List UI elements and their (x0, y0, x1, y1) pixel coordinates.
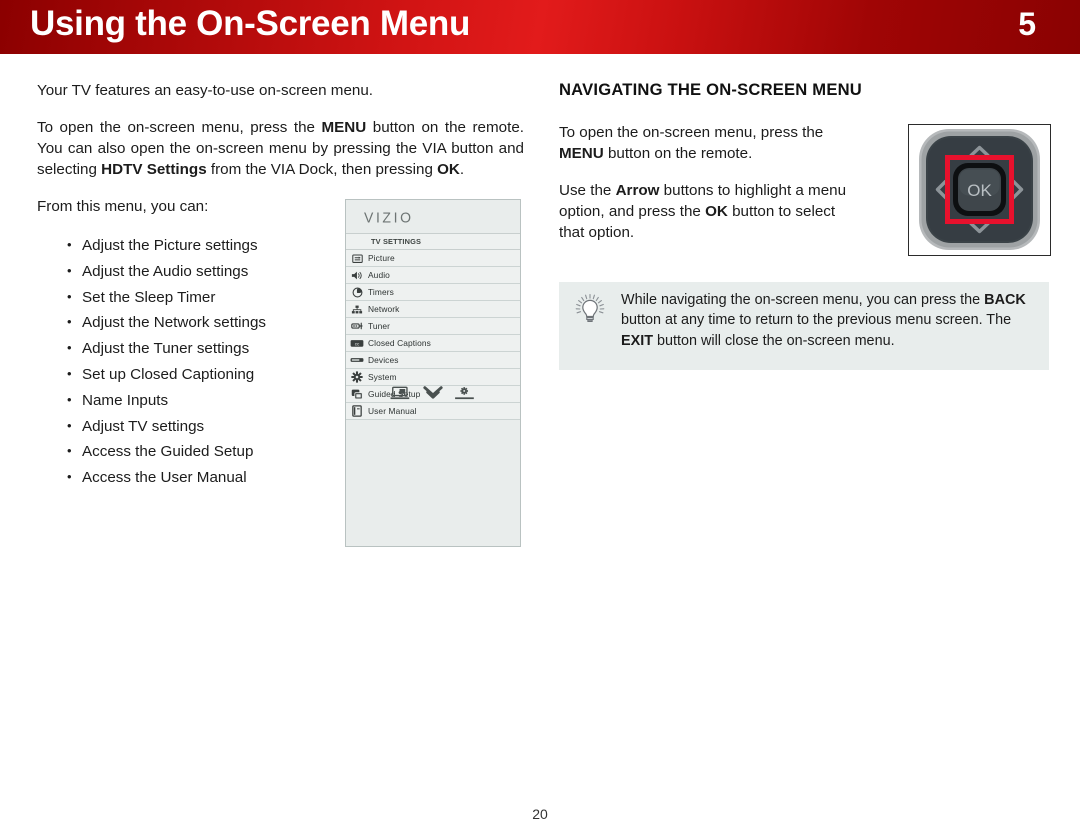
menu-item-devices[interactable]: Devices (346, 352, 520, 369)
arrow-emphasis: Arrow (615, 182, 660, 199)
menu-button-emphasis: MENU (321, 119, 367, 136)
wide-screen-icon[interactable] (390, 386, 412, 406)
exit-button-emphasis: EXIT (621, 332, 653, 349)
tv-settings-section-header: TV SETTINGS (346, 233, 520, 250)
devices-icon (346, 356, 368, 364)
remote-navigation-pad-image: OK (908, 124, 1051, 256)
menu-item-label: User Manual (368, 406, 417, 416)
tv-onscreen-menu-panel: VIZIO TV SETTINGS Picture Audio Timers N… (345, 199, 521, 547)
gear-icon (346, 371, 368, 383)
section-heading: NAVIGATING THE ON-SCREEN MENU (559, 80, 862, 99)
lightbulb-icon (575, 293, 605, 322)
chapter-number: 5 (1018, 6, 1036, 42)
vizio-logo: VIZIO (346, 200, 520, 233)
clock-icon (346, 287, 368, 298)
user-manual-icon (346, 405, 368, 417)
intro-paragraph: Your TV features an easy-to-use on-scree… (37, 82, 373, 99)
tip-text: While navigating the on-screen menu, you… (621, 282, 1049, 351)
ok-button-emphasis: OK (437, 161, 460, 178)
settings-gear-icon[interactable] (454, 386, 476, 406)
menu-item-tuner[interactable]: Tuner (346, 318, 520, 335)
open-menu-paragraph: To open the on-screen menu, press the ME… (37, 117, 524, 180)
menu-item-label: Devices (368, 355, 399, 365)
ok-button-label: OK (967, 181, 992, 200)
menu-item-closed-captions[interactable]: cc Closed Captions (346, 335, 520, 352)
tip-text-2: button at any time to return to the prev… (621, 312, 1012, 329)
menu-item-label: Network (368, 304, 400, 314)
picture-icon (346, 253, 368, 264)
network-icon (346, 304, 368, 315)
closed-captions-icon: cc (346, 339, 368, 348)
menu-item-label: Timers (368, 287, 394, 297)
menu-item-label: System (368, 372, 397, 382)
page-header-banner: Using the On-Screen Menu 5 (0, 0, 1080, 54)
open-menu-text-4: . (459, 161, 465, 178)
tip-text-1: While navigating the on-screen menu, you… (621, 292, 985, 308)
vizio-logo-text: VIZIO (364, 208, 414, 225)
tip-text-3: button will close the on-screen menu. (653, 332, 895, 349)
menu-item-picture[interactable]: Picture (346, 250, 520, 267)
speaker-icon (346, 270, 368, 281)
arrow-buttons-paragraph: Use the Arrow buttons to highlight a men… (559, 180, 859, 243)
right-text-1: To open the on-screen menu, press the (559, 124, 824, 141)
menu-item-label: Audio (368, 270, 390, 280)
menu-item-label: Tuner (368, 321, 391, 331)
menu-item-label: Closed Captions (368, 338, 431, 348)
hdtv-settings-emphasis: HDTV Settings (101, 161, 207, 178)
tip-icon-wrapper (559, 282, 621, 326)
tuner-icon (346, 321, 368, 331)
menu-emphasis: MENU (559, 145, 604, 162)
svg-text:cc: cc (355, 341, 360, 346)
menu-item-audio[interactable]: Audio (346, 267, 520, 284)
menu-item-network[interactable]: Network (346, 301, 520, 318)
page-title: Using the On-Screen Menu (30, 4, 471, 43)
back-button-emphasis: BACK (984, 292, 1026, 308)
right2-text-1: Use the (559, 182, 616, 199)
right-text-2: button on the remote. (603, 145, 753, 162)
page-number: 20 (532, 806, 548, 822)
ok-emphasis: OK (705, 203, 728, 220)
menu-item-timers[interactable]: Timers (346, 284, 520, 301)
tv-settings-label: TV SETTINGS (371, 237, 422, 246)
remote-dpad-illustration: OK (919, 129, 1040, 250)
menu-item-system[interactable]: System (346, 369, 520, 386)
chevron-double-down-icon[interactable] (423, 386, 443, 406)
menu-footer-icon-bar (346, 386, 520, 406)
open-menu-text-1: To open the on-screen menu, press the (37, 119, 322, 136)
open-menu-text-3: from the VIA Dock, then pressing (206, 161, 438, 178)
tip-note-box: While navigating the on-screen menu, you… (559, 282, 1049, 370)
open-menu-right-paragraph: To open the on-screen menu, press the ME… (559, 122, 859, 164)
menu-item-label: Picture (368, 253, 395, 263)
